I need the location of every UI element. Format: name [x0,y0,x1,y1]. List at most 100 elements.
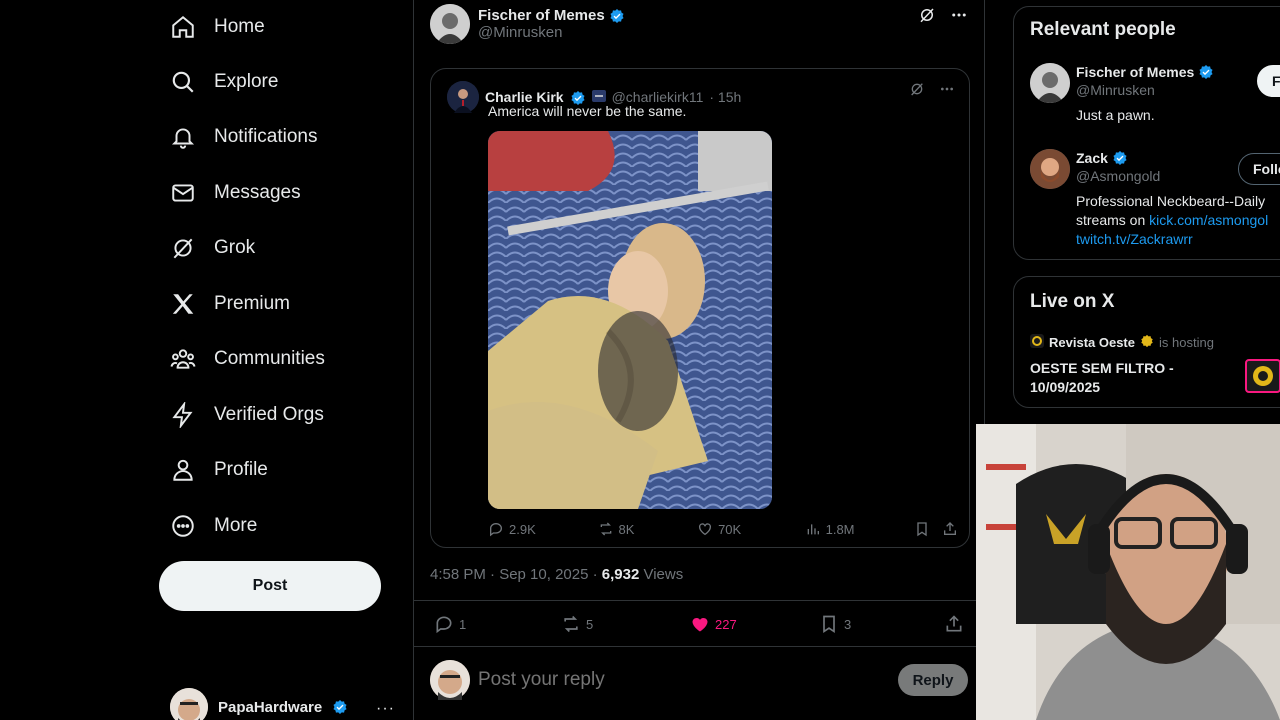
follow-button[interactable]: Follo [1238,153,1280,185]
more-icon[interactable]: ··· [376,700,395,718]
avatar [430,660,470,700]
follow-button[interactable]: F [1257,65,1280,97]
views-icon [807,524,819,535]
search-icon [170,69,196,95]
repost-icon [564,615,578,633]
like-button[interactable]: 227 [690,614,737,634]
quoted-reply-stat[interactable]: 2.9K [488,521,598,537]
bookmark-icon[interactable] [914,521,942,537]
repost-count: 5 [586,616,594,632]
relevant-people-panel: Relevant people Fischer of Memes @Minrus… [1013,6,1280,260]
quoted-tweet[interactable]: Charlie Kirk @charliekirk11 · 15h Americ… [430,68,970,548]
more-icon[interactable] [950,6,968,29]
live-space-title[interactable]: OESTE SEM FILTRO - 10/09/2025 [1030,359,1174,397]
quoted-views: 1.8M [825,521,855,537]
quoted-repost-stat[interactable]: 8K [598,521,698,537]
nav-label: Grok [214,237,256,258]
bell-icon [170,124,196,150]
nav-grok[interactable]: Grok [170,228,255,268]
avatar [447,81,479,113]
bio-link[interactable]: twitch.tv/Zackrawrr [1076,231,1193,247]
person-card[interactable]: Fischer of Memes @Minrusken Just a pawn. [1030,63,1214,125]
person-bio: Just a pawn. [1076,107,1155,124]
nav-label: Notifications [214,126,318,147]
tweet-timestamp[interactable]: 4:58 PM · Sep 10, 2025 · [430,566,602,583]
author-name: Fischer of Memes [478,7,625,24]
share-icon[interactable] [942,521,958,537]
tweet-top-actions [918,6,968,29]
grok-icon[interactable] [909,81,925,100]
person-icon [170,457,196,483]
host-name: Revista Oeste [1049,335,1135,350]
heart-filled-icon [692,618,708,632]
author-name-text: Fischer of Memes [478,7,605,25]
bookmark-button[interactable]: 3 [819,614,851,634]
nav-communities[interactable]: Communities [170,339,325,379]
quoted-reposts: 8K [618,521,635,537]
quoted-tweet-video[interactable] [488,131,772,509]
people-icon [170,346,196,372]
host-avatar-icon [1030,334,1044,351]
nav-messages[interactable]: Messages [170,173,301,213]
quoted-tweet-stats: 2.9K 8K 70K 1.8M [488,521,958,537]
verified-badge-icon [332,698,348,716]
nav-label: Verified Orgs [214,404,324,425]
tweet-views-count: 6,932 [601,566,640,583]
divider [414,600,986,601]
more-icon[interactable] [939,81,955,100]
account-switcher[interactable]: PapaHardware ··· [170,688,394,720]
bio-text: streams on [1076,212,1150,229]
post-button[interactable]: Post [159,561,381,611]
panel-title: Live on X [1030,291,1115,312]
hosting-label: is hosting [1159,335,1214,350]
nav-explore[interactable]: Explore [170,62,278,102]
reply-icon [490,523,502,537]
quoted-tweet-text: America will never be the same. [488,103,687,119]
bookmark-count: 3 [844,616,852,632]
like-count: 227 [715,616,737,632]
nav-verified-orgs[interactable]: Verified Orgs [170,395,324,435]
live-host[interactable]: Revista Oeste is hosting [1030,334,1214,351]
tweet-detail: Fischer of Memes @Minrusken Charlie Kirk… [413,0,986,720]
avatar [1030,63,1070,103]
nav-label: More [214,515,258,536]
share-button[interactable] [944,614,964,634]
quoted-actions [909,81,955,100]
tweet-actions: 1 5 227 3 [430,612,970,636]
reply-input[interactable] [478,669,858,691]
webcam-overlay [976,424,1280,720]
grok-icon[interactable] [918,6,936,29]
reply-icon [436,616,452,634]
person-bio: Professional Neckbeard--Daily streams on… [1076,192,1268,249]
nav-more[interactable]: More [170,506,257,546]
nav-premium[interactable]: Premium [170,284,290,324]
reply-submit-button[interactable]: Reply [898,664,968,696]
nav-home[interactable]: Home [170,7,265,47]
author-handle: @Minrusken [478,24,563,42]
quoted-like-stat[interactable]: 70K [697,521,805,537]
repost-button[interactable]: 5 [561,614,593,634]
avatar [430,4,470,44]
reply-button[interactable]: 1 [434,614,466,634]
bio-link[interactable]: kick.com/asmongol [1149,212,1268,228]
nav-label: Home [214,16,265,37]
nav-label: Explore [214,71,279,92]
nav-label: Premium [214,293,291,314]
tweet-author[interactable]: Fischer of Memes @Minrusken [430,4,625,44]
person-card[interactable]: Zack @Asmongold Professional Neckbeard--… [1030,149,1268,249]
space-title-line: 10/09/2025 [1030,379,1101,395]
panel-title: Relevant people [1030,19,1176,40]
quoted-views-stat[interactable]: 1.8M [805,521,915,537]
person-name-text: Fischer of Memes [1076,63,1195,80]
avatar [1030,149,1070,189]
live-space-icon[interactable] [1245,359,1280,393]
nav-notifications[interactable]: Notifications [170,117,318,157]
person-name-text: Zack [1076,149,1108,166]
nav-label: Communities [214,348,325,369]
x-logo-icon [170,291,196,317]
share-icon [946,615,962,632]
live-on-x-panel: Live on X Revista Oeste is hosting OESTE… [1013,276,1280,408]
nav-profile[interactable]: Profile [170,450,268,490]
quoted-replies: 2.9K [509,521,536,537]
tweet-views-label: Views [639,566,684,583]
